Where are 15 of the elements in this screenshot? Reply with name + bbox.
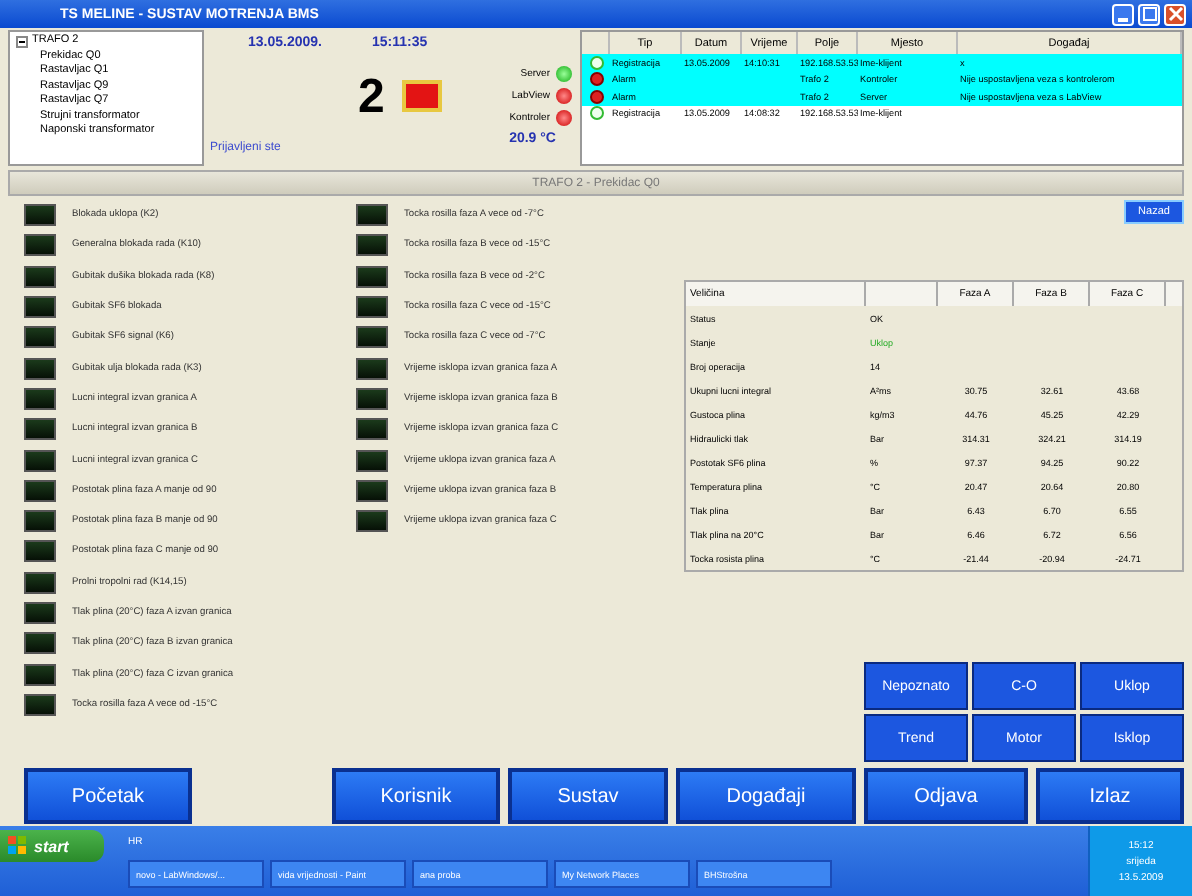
nav-button[interactable]: Izlaz: [1036, 768, 1184, 824]
nav-button[interactable]: Korisnik: [332, 768, 500, 824]
nav-button[interactable]: Događaji: [676, 768, 856, 824]
collapse-icon[interactable]: [16, 35, 28, 48]
nav-button[interactable]: Sustav: [508, 768, 668, 824]
minimize-button[interactable]: [1112, 3, 1134, 25]
nav-button[interactable]: Početak: [24, 768, 192, 824]
nav-button[interactable]: Odjava: [864, 768, 1028, 824]
maximize-button[interactable]: [1138, 3, 1160, 25]
windows-logo-icon: [8, 836, 28, 856]
maximize-icon: [1141, 6, 1157, 22]
close-button[interactable]: [1164, 3, 1186, 25]
transformer-number: 2: [358, 70, 385, 126]
alarm-indicator: [402, 80, 442, 112]
close-icon: [1167, 6, 1183, 22]
